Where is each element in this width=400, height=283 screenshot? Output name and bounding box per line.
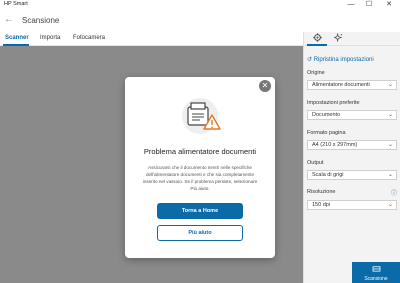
tab-bar: Scanner Importa Fotocamera [0,32,303,46]
chevron-down-icon: ⌄ [387,82,393,88]
page-size-label: Formato pagina [307,130,346,136]
preset-label: Impostazioni preferite [307,100,360,106]
resolution-value: 150 dpi [312,202,331,208]
minimize-button[interactable]: — [344,0,358,9]
output-value: Scala di grigi [312,172,344,178]
maximize-button[interactable]: ☐ [362,0,376,9]
page-header: ← Scansione [0,10,400,32]
page-size-value: A4 (210 x 297mm) [312,142,358,148]
tab-fotocamera[interactable]: Fotocamera [73,35,105,41]
source-select[interactable]: Alimentatore documenti ⌄ [307,80,397,90]
source-value: Alimentatore documenti [312,82,370,88]
tab-importa[interactable]: Importa [40,35,60,41]
feeder-warning-icon [182,98,221,134]
close-icon[interactable]: ✕ [259,80,271,92]
scan-icon [352,265,400,275]
reset-settings-link[interactable]: ↺ Ripristina impostazioni [307,56,374,63]
close-window-button[interactable]: ✕ [382,0,396,9]
settings-panel: ↺ Ripristina impostazioni Origine Alimen… [303,32,400,283]
back-arrow-icon[interactable]: ← [4,14,14,26]
title-bar: HP Smart — ☐ ✕ [0,0,400,10]
source-label: Origine [307,70,325,76]
scan-button[interactable]: Scansione [352,262,400,283]
more-help-button[interactable]: Più aiuto [157,225,243,241]
scan-button-label: Scansione [364,276,388,282]
preset-value: Documento [312,112,341,118]
sparkle-icon[interactable] [330,32,346,45]
chevron-down-icon: ⌄ [387,172,393,178]
preset-select[interactable]: Documento ⌄ [307,110,397,120]
chevron-down-icon: ⌄ [387,202,393,208]
back-to-home-button[interactable]: Torna a Home [157,203,243,219]
chevron-down-icon: ⌄ [387,142,393,148]
dialog-title: Problema alimentatore documenti [143,147,257,156]
page-title: Scansione [22,16,60,25]
reset-settings-label: Ripristina impostazioni [313,57,374,63]
document-feeder-error-dialog: ✕ Problema alimentatore documenti Assicu… [125,77,275,258]
output-label: Output [307,160,324,166]
chevron-down-icon: ⌄ [387,112,393,118]
app-title: HP Smart [4,1,28,7]
dialog-message: Assicurarsi che il documento rientri nel… [142,165,258,191]
resolution-label: Risoluzione [307,189,336,195]
resolution-select[interactable]: 150 dpi ⌄ [307,200,397,210]
info-icon[interactable]: ⓘ [391,188,397,197]
output-select[interactable]: Scala di grigi ⌄ [307,170,397,180]
settings-tabs [304,32,400,46]
page-size-select[interactable]: A4 (210 x 297mm) ⌄ [307,140,397,150]
tab-scanner[interactable]: Scanner [5,35,29,41]
active-settings-tab-indicator [307,44,327,46]
